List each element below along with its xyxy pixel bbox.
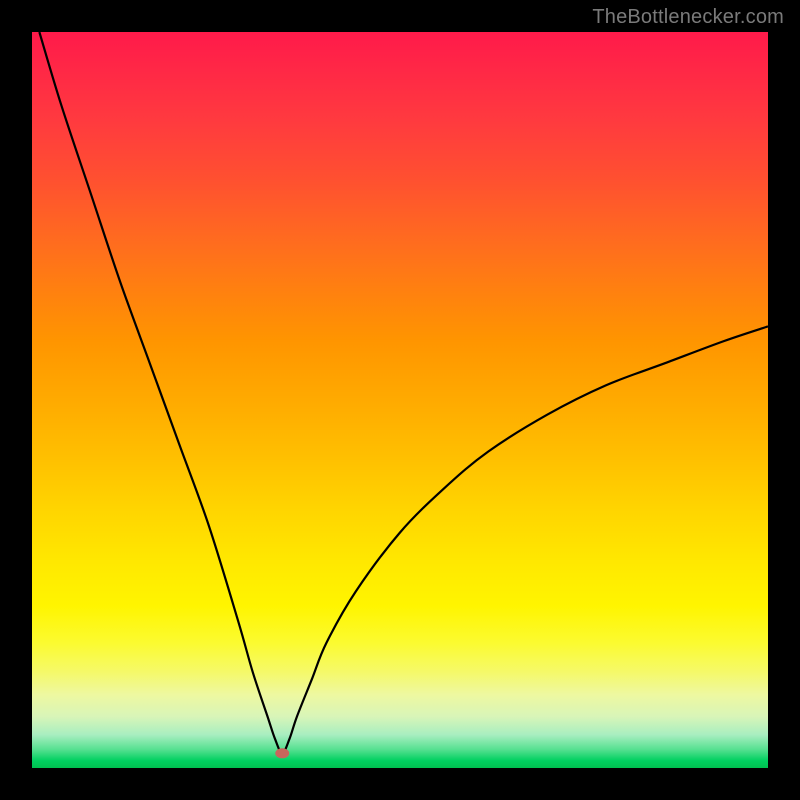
min-marker — [275, 748, 289, 758]
bottleneck-curve — [39, 32, 768, 753]
curve-layer — [32, 32, 768, 768]
chart-frame: TheBottlenecker.com — [0, 0, 800, 800]
watermark-text: TheBottlenecker.com — [592, 6, 784, 29]
plot-area — [32, 32, 768, 768]
